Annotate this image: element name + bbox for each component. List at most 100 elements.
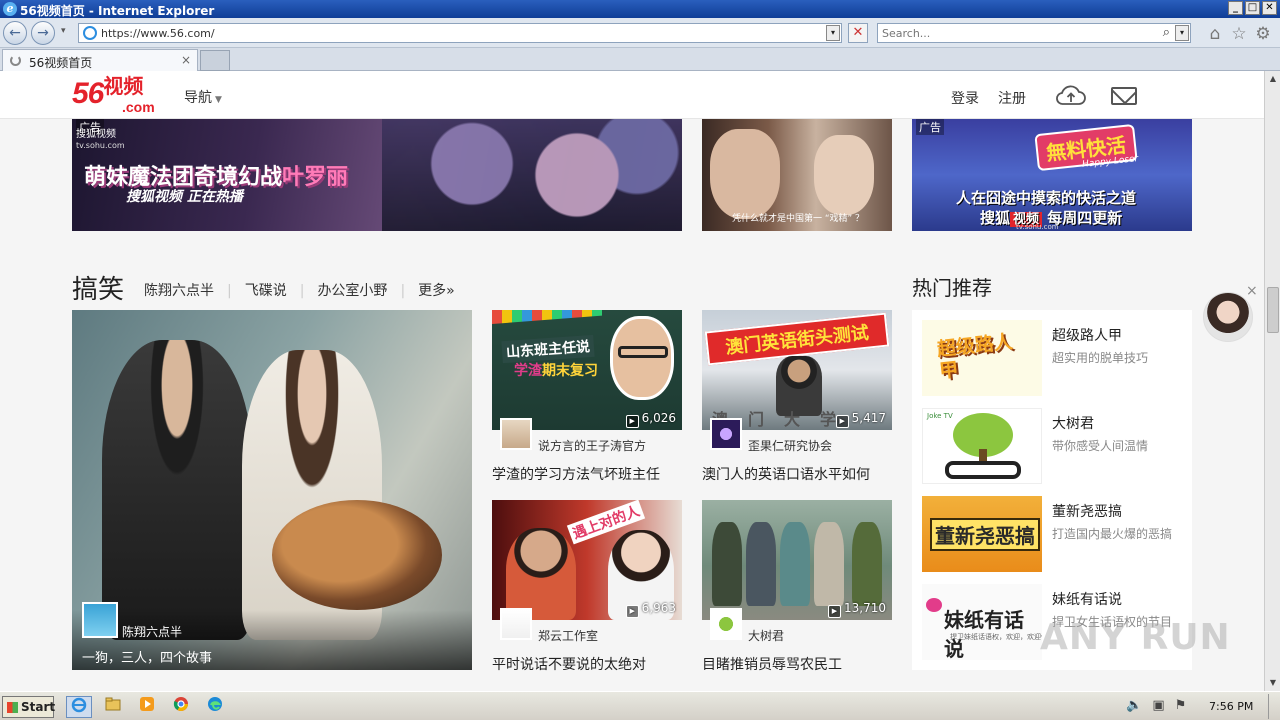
taskbar-ie-icon[interactable] xyxy=(66,696,92,718)
view-count: ▶ 6,026 xyxy=(625,411,676,428)
minimize-button[interactable]: _ xyxy=(1228,1,1243,15)
video-thumbnail[interactable]: 遇上对的人 ▶ 6,963 xyxy=(492,500,682,620)
tab-strip: 56视频首页 × xyxy=(0,48,1280,71)
address-input[interactable] xyxy=(101,25,821,41)
taskbar-edge-icon[interactable] xyxy=(202,696,228,718)
video-card[interactable]: 澳门英语街头测试 澳门大学 ▶ 5,417 歪果仁研究协会 澳门人的英语口语水平如… xyxy=(702,310,892,490)
list-item[interactable]: Joke TV 大树君 带你感受人间温情 xyxy=(922,408,1182,484)
card-author[interactable]: 大树君 xyxy=(748,627,784,644)
list-item-name[interactable]: 大树君 xyxy=(1052,413,1094,433)
feature-author[interactable]: 陈翔六点半 xyxy=(122,623,182,640)
new-tab-button[interactable] xyxy=(200,50,230,71)
banner-ad-happy-loser[interactable]: 广告 無料快活 Happy Loser 人在囧途中摸索的快活之道 搜狐 视频 每周… xyxy=(912,119,1192,231)
section-tab-chenxiang[interactable]: 陈翔六点半 xyxy=(144,280,214,300)
address-dropdown[interactable]: ▾ xyxy=(826,25,840,41)
nav-menu-toggle[interactable]: 导航 ▼ xyxy=(184,87,222,107)
close-window-button[interactable]: ✕ xyxy=(1262,1,1277,15)
feature-video[interactable]: 陈翔六点半 一狗，三人，四个故事 xyxy=(72,310,472,670)
vertical-scrollbar[interactable]: ▲ ▼ xyxy=(1264,71,1280,691)
list-item-thumbnail[interactable]: 董新尧恶搞 xyxy=(922,496,1042,572)
search-dropdown[interactable]: ▾ xyxy=(1175,25,1189,41)
list-item-name[interactable]: 妹纸有话说 xyxy=(1052,589,1122,609)
network-icon[interactable]: ▣ xyxy=(1152,698,1164,713)
glasses-icon xyxy=(945,461,1021,479)
speaker-icon[interactable]: 🔈 xyxy=(1126,698,1142,713)
taskbar-media-player-icon[interactable] xyxy=(134,696,160,718)
avatar[interactable] xyxy=(710,418,742,450)
recent-pages-dropdown[interactable]: ▾ xyxy=(61,26,66,36)
site-logo[interactable]: 56视频 .com xyxy=(72,76,155,115)
video-card[interactable]: 遇上对的人 ▶ 6,963 郑云工作室 平时说话不要说的太绝对 xyxy=(492,500,682,680)
card-title[interactable]: 平时说话不要说的太绝对 xyxy=(492,654,646,674)
section-more-link[interactable]: 更多» xyxy=(418,280,455,300)
taskbar-chrome-icon[interactable] xyxy=(168,696,194,718)
start-button[interactable]: Start xyxy=(2,696,55,718)
banner-drama[interactable]: 凭什么就才是中国第一 “戏精” ？ xyxy=(702,119,892,231)
scroll-up-icon[interactable]: ▲ xyxy=(1266,72,1280,86)
banner-caption: 凭什么就才是中国第一 “戏精” ？ xyxy=(732,214,865,224)
card-title[interactable]: 学渣的学习方法气坏班主任 xyxy=(492,464,660,484)
forward-icon[interactable]: → xyxy=(31,21,55,45)
list-item-thumbnail[interactable]: Joke TV xyxy=(922,408,1042,484)
maximize-button[interactable]: □ xyxy=(1245,1,1260,15)
register-link[interactable]: 注册 xyxy=(998,88,1026,108)
card-title[interactable]: 目睹推销员辱骂农民工 xyxy=(702,654,842,674)
scroll-down-icon[interactable]: ▼ xyxy=(1266,676,1280,690)
login-link[interactable]: 登录 xyxy=(951,88,979,108)
list-item[interactable]: 超级路人甲 超级路人甲 超实用的脱单技巧 xyxy=(922,320,1182,396)
tab-56-home[interactable]: 56视频首页 × xyxy=(2,49,198,71)
tools-icon[interactable]: ⚙ xyxy=(1253,25,1273,43)
list-item-thumbnail[interactable]: 超级路人甲 xyxy=(922,320,1042,396)
clock[interactable]: 7:56 PM xyxy=(1209,700,1253,713)
banner-ad-yeloli[interactable]: 广告 搜狐视频 tv.sohu.com 萌妹魔法团奇境幻战叶罗丽 搜狐视频 正在… xyxy=(72,119,682,231)
thumbnail-text: 超级路人甲 xyxy=(935,330,1014,383)
list-item-desc: 打造国内最火爆的恶搞 xyxy=(1052,527,1173,541)
list-item-name[interactable]: 超级路人甲 xyxy=(1052,325,1122,345)
thumbnail-subtext-pink: 学渣 xyxy=(514,363,542,379)
thumbnail-text: 董新尧恶搞 xyxy=(930,518,1040,551)
video-thumbnail[interactable]: ▶ 13,710 xyxy=(702,500,892,620)
stop-icon[interactable]: ✕ xyxy=(848,23,868,43)
video-thumbnail[interactable]: 山东班主任说 学渣期末复习 ▶ 6,026 xyxy=(492,310,682,430)
search-box[interactable]: ⌕ ▾ xyxy=(877,23,1191,43)
play-icon: ▶ xyxy=(828,605,841,618)
section-title: 搞笑 xyxy=(72,275,125,305)
avatar[interactable] xyxy=(500,418,532,450)
card-author[interactable]: 歪果仁研究协会 xyxy=(748,437,832,454)
banner-photo-face xyxy=(814,135,874,215)
search-input[interactable] xyxy=(882,25,1152,41)
show-desktop-button[interactable] xyxy=(1268,694,1278,719)
feature-caption[interactable]: 一狗，三人，四个故事 xyxy=(82,647,212,666)
favorites-icon[interactable]: ☆ xyxy=(1229,25,1249,43)
address-bar[interactable]: ▾ xyxy=(78,23,842,43)
avatar[interactable] xyxy=(500,608,532,640)
thumbnail-bunting xyxy=(492,310,602,324)
play-icon: ▶ xyxy=(625,415,639,428)
floating-avatar[interactable] xyxy=(1203,292,1253,342)
avatar[interactable] xyxy=(82,602,118,638)
taskbar-explorer-icon[interactable] xyxy=(100,696,126,718)
home-icon[interactable]: ⌂ xyxy=(1205,25,1225,43)
card-author[interactable]: 郑云工作室 xyxy=(538,627,598,644)
list-item-name[interactable]: 董新尧恶搞 xyxy=(1052,501,1122,521)
avatar[interactable] xyxy=(710,608,742,640)
banner-artwork xyxy=(382,119,682,231)
video-card[interactable]: ▶ 13,710 大树君 目睹推销员辱骂农民工 xyxy=(702,500,892,680)
list-item-thumbnail[interactable]: 妹纸有话说 捍卫妹纸话语权，欢迎，欢迎你哦！ xyxy=(922,584,1042,660)
mail-icon[interactable] xyxy=(1111,87,1137,105)
back-icon[interactable]: ← xyxy=(3,21,27,45)
video-thumbnail[interactable]: 澳门英语街头测试 澳门大学 ▶ 5,417 xyxy=(702,310,892,430)
cloud-upload-icon[interactable] xyxy=(1056,84,1086,106)
view-count-value: 13,710 xyxy=(844,601,886,615)
close-icon[interactable]: × xyxy=(1246,283,1258,299)
section-tab-office[interactable]: 办公室小野 xyxy=(317,280,387,300)
card-author[interactable]: 说方言的王子涛官方 xyxy=(538,437,646,454)
list-item[interactable]: 董新尧恶搞 董新尧恶搞 打造国内最火爆的恶搞 xyxy=(922,496,1182,572)
tab-close-icon[interactable]: × xyxy=(181,53,191,67)
card-title[interactable]: 澳门人的英语口语水平如何 xyxy=(702,464,870,484)
video-card[interactable]: 山东班主任说 学渣期末复习 ▶ 6,026 说方言的王子涛官方 学渣的学习方法气坏… xyxy=(492,310,682,490)
scroll-thumb[interactable] xyxy=(1267,287,1279,333)
search-icon[interactable]: ⌕ xyxy=(1163,25,1170,40)
section-tab-feidieshuo[interactable]: 飞碟说 xyxy=(245,280,287,300)
action-center-icon[interactable]: ⚑ xyxy=(1175,698,1187,713)
